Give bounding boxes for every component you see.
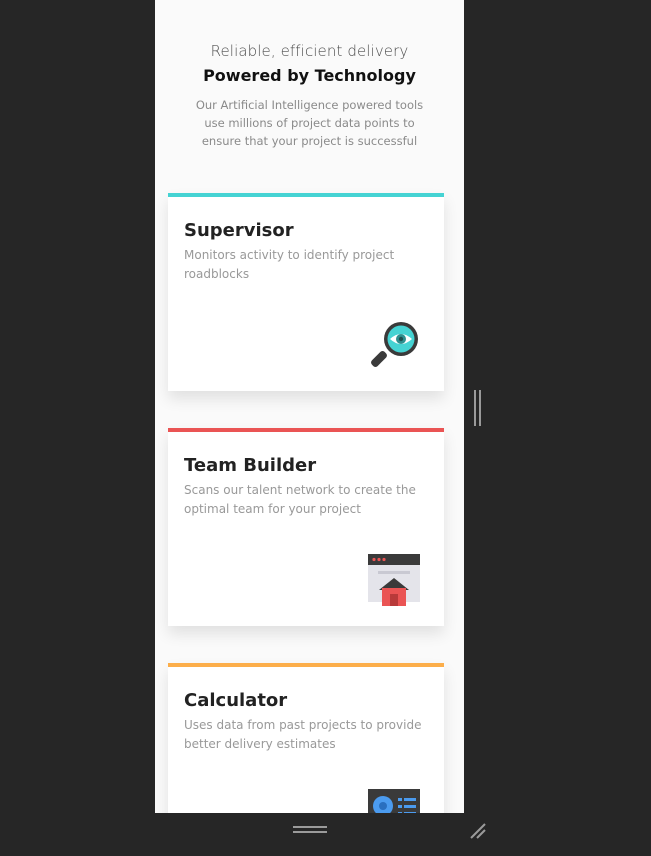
- card-title: Team Builder: [184, 455, 317, 476]
- card-calculator: Calculator Uses data from past projects …: [168, 663, 444, 813]
- vertical-resize-handle[interactable]: [473, 390, 483, 426]
- calculator-icon: [368, 789, 420, 813]
- card-supervisor: Supervisor Monitors activity to identify…: [168, 193, 444, 391]
- card-description: Monitors activity to identify project ro…: [184, 248, 395, 281]
- hero-section: Reliable, efficient delivery Powered by …: [155, 0, 464, 150]
- hero-subtitle: Reliable, efficient delivery: [210, 42, 409, 60]
- mobile-viewport: Reliable, efficient delivery Powered by …: [155, 0, 464, 813]
- horizontal-resize-handle[interactable]: [293, 825, 327, 835]
- resize-corner-icon[interactable]: [468, 821, 488, 841]
- browser-house-icon: [368, 554, 420, 606]
- card-description: Uses data from past projects to provide …: [184, 718, 422, 751]
- card-team-builder: Team Builder Scans our talent network to…: [168, 428, 444, 626]
- bottom-bar: [155, 813, 486, 856]
- card-title: Supervisor: [184, 220, 294, 241]
- magnifier-eye-icon: [371, 322, 418, 367]
- hero-description: Our Artificial Intelligence powered tool…: [195, 98, 424, 148]
- hero-title: Powered by Technology: [203, 66, 416, 85]
- card-title: Calculator: [184, 690, 288, 711]
- card-description: Scans our talent network to create the o…: [184, 483, 416, 516]
